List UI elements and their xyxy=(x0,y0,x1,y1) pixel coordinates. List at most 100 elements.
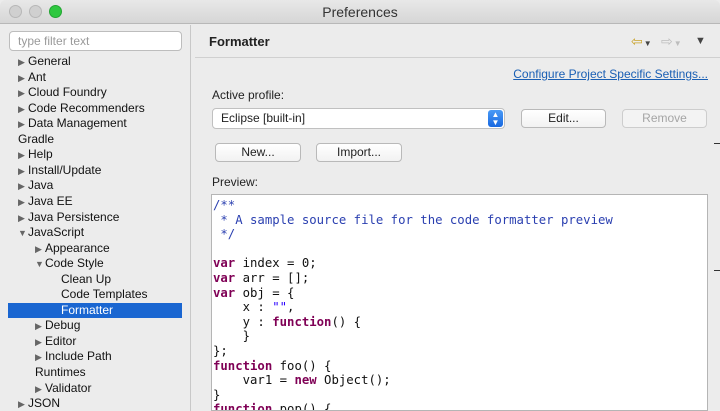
collapsed-triangle-icon[interactable]: ▶ xyxy=(18,179,28,195)
code-text: obj = { xyxy=(235,285,295,300)
tree-item-label: Formatter xyxy=(61,302,114,317)
tree-item-validator[interactable]: ▶ Validator xyxy=(35,381,91,397)
active-profile-label: Active profile: xyxy=(212,88,285,102)
tree-item-label: Cloud Foundry xyxy=(28,85,107,100)
filter-input[interactable] xyxy=(9,31,182,51)
tree-item-label: Java Persistence xyxy=(28,209,120,224)
collapsed-triangle-icon[interactable]: ▶ xyxy=(35,335,45,351)
code-string: "" xyxy=(272,300,288,315)
tree-item-runtimes[interactable]: Runtimes xyxy=(35,365,86,381)
back-dropdown-icon[interactable]: ▼ xyxy=(644,39,652,48)
code-keyword: function xyxy=(272,314,332,329)
collapsed-triangle-icon[interactable]: ▶ xyxy=(18,164,28,180)
pane-divider[interactable] xyxy=(190,25,191,411)
tree-item-data-management[interactable]: ▶ Data Management xyxy=(18,116,127,132)
expanded-triangle-icon[interactable]: ▼ xyxy=(18,226,28,242)
collapsed-triangle-icon[interactable]: ▶ xyxy=(18,117,28,133)
tree-item-code-templates[interactable]: Code Templates xyxy=(61,287,148,303)
tree-item-cloud-foundry[interactable]: ▶ Cloud Foundry xyxy=(18,85,107,101)
code-keyword: new xyxy=(294,373,317,388)
code-keyword: var xyxy=(213,270,236,285)
tree-item-label: Data Management xyxy=(28,116,127,131)
edit-button[interactable]: Edit... xyxy=(521,109,606,128)
tree-item-include-path[interactable]: ▶ Include Path xyxy=(35,349,112,365)
tree-item-java-persistence[interactable]: ▶ Java Persistence xyxy=(18,210,119,226)
collapsed-triangle-icon[interactable]: ▶ xyxy=(18,397,28,411)
configure-project-settings-link[interactable]: Configure Project Specific Settings... xyxy=(513,67,708,81)
collapsed-triangle-icon[interactable]: ▶ xyxy=(18,102,28,118)
window-title: Preferences xyxy=(322,4,398,20)
select-chevron-icon: ▲ ▼ xyxy=(488,110,503,127)
collapsed-triangle-icon[interactable]: ▶ xyxy=(18,86,28,102)
preferences-window: Preferences ▶General▶Ant▶Cloud Foundry▶C… xyxy=(0,0,720,411)
code-text: var1 = xyxy=(213,373,295,388)
code-line: x : "", xyxy=(213,300,707,315)
code-text: arr = []; xyxy=(235,270,310,285)
collapsed-triangle-icon[interactable]: ▶ xyxy=(35,350,45,366)
code-text: }; xyxy=(213,343,228,358)
import-profile-button[interactable]: Import... xyxy=(316,143,402,162)
code-line: }; xyxy=(213,344,707,359)
tree-item-java-ee[interactable]: ▶ Java EE xyxy=(18,194,73,210)
collapsed-triangle-icon[interactable]: ▶ xyxy=(18,55,28,71)
new-profile-button[interactable]: New... xyxy=(215,143,301,162)
code-line: var obj = { xyxy=(213,286,707,301)
tree-item-appearance[interactable]: ▶ Appearance xyxy=(35,241,110,257)
code-text: } xyxy=(213,329,251,344)
preview-label: Preview: xyxy=(212,175,259,189)
tree-item-json[interactable]: ▶ JSON xyxy=(18,396,60,411)
tree-item-javascript[interactable]: ▼JavaScript xyxy=(18,225,84,241)
tree-item-install-update[interactable]: ▶ Install/Update xyxy=(18,163,101,179)
tree-item-label: Clean Up xyxy=(61,271,112,286)
back-arrow-icon[interactable]: ⇦▼ xyxy=(631,33,652,50)
code-text: , xyxy=(287,300,295,315)
code-text: x : xyxy=(213,300,273,315)
tree-item-code-recommenders[interactable]: ▶ Code Recommenders xyxy=(18,101,145,117)
remove-button[interactable]: Remove xyxy=(622,109,707,128)
edge-mark xyxy=(714,270,720,271)
tree-item-help[interactable]: ▶ Help xyxy=(18,147,53,163)
collapsed-triangle-icon[interactable]: ▶ xyxy=(35,242,45,258)
forward-arrow-icon[interactable]: ⇨▼ xyxy=(661,33,682,50)
tree-item-label: Java xyxy=(28,178,54,193)
tree-item-general[interactable]: ▶ General xyxy=(18,54,71,70)
tree-item-label: JavaScript xyxy=(28,225,85,240)
tree-item-debug[interactable]: ▶ Debug xyxy=(35,318,80,334)
tree-item-label: JSON xyxy=(28,396,61,411)
code-preview-text: /** * A sample source file for the code … xyxy=(212,195,707,411)
code-keyword: function xyxy=(213,358,273,373)
page-title: Formatter xyxy=(209,34,270,49)
tree-item-editor[interactable]: ▶ Editor xyxy=(35,334,76,350)
code-preview[interactable]: /** * A sample source file for the code … xyxy=(211,194,708,411)
tree-item-ant[interactable]: ▶ Ant xyxy=(18,70,46,86)
collapsed-triangle-icon[interactable]: ▶ xyxy=(18,148,28,164)
code-text: Object(); xyxy=(316,373,391,388)
code-line: var index = 0; xyxy=(213,256,707,271)
code-line: } xyxy=(213,329,707,344)
tree-item-label: Code Recommenders xyxy=(28,100,145,115)
profile-select[interactable]: Eclipse [built-in] ▲ ▼ xyxy=(212,108,505,129)
collapsed-triangle-icon[interactable]: ▶ xyxy=(18,211,28,227)
collapsed-triangle-icon[interactable]: ▶ xyxy=(18,71,28,87)
code-comment: */ xyxy=(213,227,236,242)
collapsed-triangle-icon[interactable]: ▶ xyxy=(35,382,45,398)
collapsed-triangle-icon[interactable]: ▶ xyxy=(18,195,28,211)
tree-item-gradle[interactable]: Gradle xyxy=(18,132,54,148)
code-line: function foo() { xyxy=(213,359,707,374)
code-keyword: function xyxy=(213,402,273,411)
view-menu-icon[interactable]: ▼ xyxy=(695,35,706,47)
code-text: foo() { xyxy=(272,358,332,373)
formatter-page: Formatter ⇦▼ ⇨▼ ▼ Configure Project Spec… xyxy=(195,25,720,411)
expanded-triangle-icon[interactable]: ▼ xyxy=(35,257,45,273)
tree-item-java[interactable]: ▶ Java xyxy=(18,178,53,194)
collapsed-triangle-icon[interactable]: ▶ xyxy=(35,319,45,335)
tree-item-code-style[interactable]: ▼Code Style xyxy=(35,256,104,272)
tree-item-clean-up[interactable]: Clean Up xyxy=(61,272,111,288)
code-line: */ xyxy=(213,227,707,242)
edge-mark xyxy=(714,143,720,144)
tree-item-formatter[interactable]: Formatter xyxy=(8,302,182,319)
code-line: var1 = new Object(); xyxy=(213,373,707,388)
forward-dropdown-icon[interactable]: ▼ xyxy=(674,39,682,48)
code-line: y : function() { xyxy=(213,315,707,330)
